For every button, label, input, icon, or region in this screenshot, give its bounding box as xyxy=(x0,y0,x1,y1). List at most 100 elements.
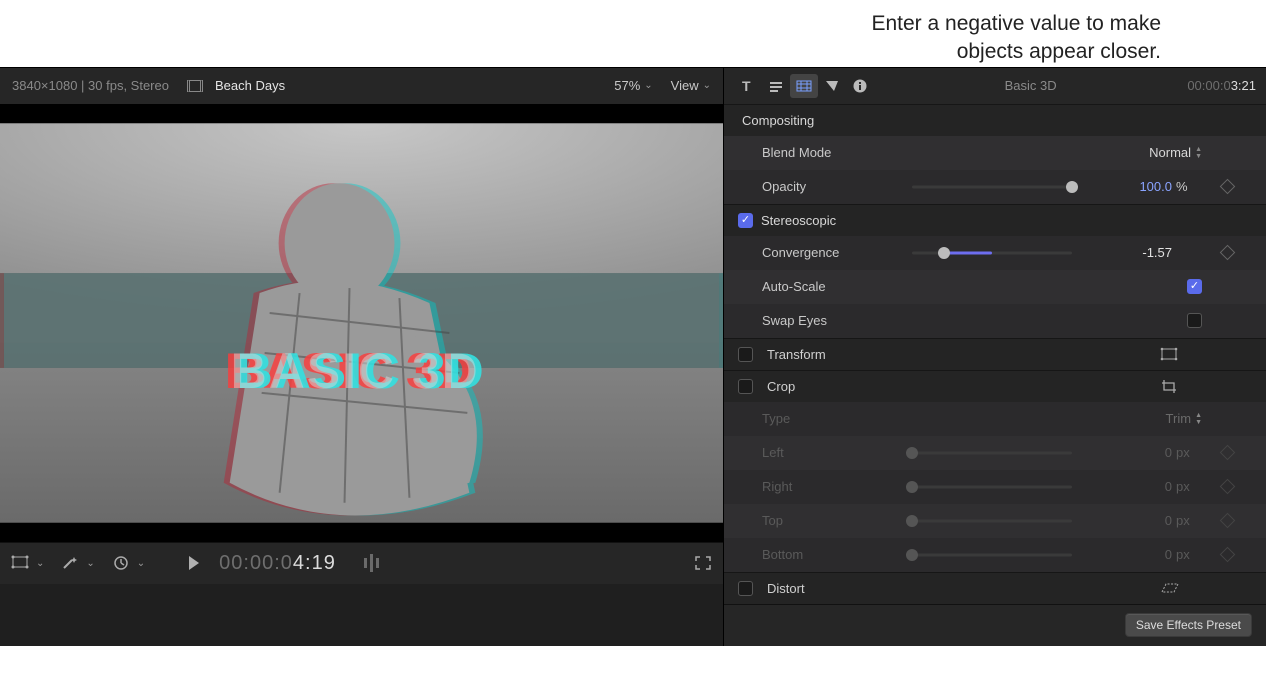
crop-left-slider[interactable] xyxy=(912,446,1072,460)
help-callout: Enter a negative value to make objects a… xyxy=(0,0,1266,67)
row-opacity: Opacity 100.0 % xyxy=(724,170,1266,204)
unit: px xyxy=(1172,513,1202,528)
crop-right-value[interactable]: 0 xyxy=(1108,479,1172,494)
section-crop[interactable]: Crop xyxy=(724,370,1266,402)
dropdown-value: Trim xyxy=(1166,411,1192,426)
inspector-title: Basic 3D xyxy=(874,78,1187,93)
viewer-canvas[interactable]: BASIC 3D BASIC 3D BASIC 3D xyxy=(0,104,723,542)
transform-checkbox[interactable] xyxy=(738,347,753,362)
zoom-menu[interactable]: 57% ⌄ xyxy=(614,78,652,93)
viewer-header: 3840×1080 | 30 fps, Stereo Beach Days 57… xyxy=(0,68,723,104)
crop-checkbox[interactable] xyxy=(738,379,753,394)
section-distort[interactable]: Distort xyxy=(724,572,1266,604)
retime-tool-icon[interactable] xyxy=(111,554,133,572)
param-label: Right xyxy=(762,479,912,494)
inspector-pane: T Basic 3D 00:00:03:21 Compositing xyxy=(724,68,1266,646)
row-blend-mode: Blend Mode Normal ▲▼ xyxy=(724,136,1266,170)
save-effects-preset-button[interactable]: Save Effects Preset xyxy=(1125,613,1252,637)
clip-duration: 00:00:03:21 xyxy=(1187,78,1256,93)
param-label: Bottom xyxy=(762,547,912,562)
section-stereoscopic[interactable]: Stereoscopic xyxy=(724,204,1266,236)
distort-checkbox[interactable] xyxy=(738,581,753,596)
param-label: Convergence xyxy=(762,245,912,260)
param-label: Type xyxy=(762,411,912,426)
keyframe-button[interactable] xyxy=(1202,515,1252,526)
crop-bottom-slider[interactable] xyxy=(912,548,1072,562)
row-auto-scale: Auto-Scale xyxy=(724,270,1266,304)
callout-line1: Enter a negative value to make xyxy=(871,12,1161,35)
distort-onscreen-icon[interactable] xyxy=(1144,581,1194,595)
keyframe-button[interactable] xyxy=(1202,447,1252,458)
svg-text:BASIC 3D: BASIC 3D xyxy=(231,343,480,399)
param-label: Opacity xyxy=(762,179,912,194)
crop-top-value[interactable]: 0 xyxy=(1108,513,1172,528)
opacity-slider[interactable] xyxy=(912,180,1072,194)
keyframe-button[interactable] xyxy=(1202,549,1252,560)
play-button[interactable] xyxy=(189,556,199,570)
convergence-slider[interactable] xyxy=(912,246,1072,260)
fullscreen-icon[interactable] xyxy=(693,554,713,572)
view-menu[interactable]: View ⌄ xyxy=(671,78,711,93)
filmstrip-icon xyxy=(187,80,203,92)
stepper-arrows-icon: ▲▼ xyxy=(1195,412,1202,426)
enhance-tool-icon[interactable] xyxy=(60,554,82,572)
tab-video[interactable] xyxy=(790,74,818,98)
section-label: Stereoscopic xyxy=(761,213,836,228)
keyframe-button[interactable] xyxy=(1202,481,1252,492)
tab-text[interactable]: T xyxy=(734,74,762,98)
row-crop-bottom: Bottom 0 px xyxy=(724,538,1266,572)
param-label: Top xyxy=(762,513,912,528)
preview-image: BASIC 3D BASIC 3D BASIC 3D xyxy=(0,123,723,523)
timecode-bright: 4:19 xyxy=(293,552,336,575)
viewer-format-info: 3840×1080 | 30 fps, Stereo xyxy=(12,78,169,93)
crop-top-slider[interactable] xyxy=(912,514,1072,528)
tab-color[interactable] xyxy=(818,74,846,98)
crop-onscreen-icon[interactable] xyxy=(1144,379,1194,393)
param-label: Left xyxy=(762,445,912,460)
dropdown-value: Normal xyxy=(1149,145,1191,160)
row-crop-top: Top 0 px xyxy=(724,504,1266,538)
crop-right-slider[interactable] xyxy=(912,480,1072,494)
unit: px xyxy=(1172,547,1202,562)
section-compositing[interactable]: Compositing xyxy=(724,104,1266,136)
viewer-pane: 3840×1080 | 30 fps, Stereo Beach Days 57… xyxy=(0,68,724,646)
swap-eyes-checkbox[interactable] xyxy=(1187,313,1202,328)
section-label: Crop xyxy=(767,379,1136,394)
keyframe-button[interactable] xyxy=(1202,247,1252,258)
inspector-header: T Basic 3D 00:00:03:21 xyxy=(724,68,1266,104)
crop-type-dropdown[interactable]: Trim ▲▼ xyxy=(1108,411,1202,426)
stepper-arrows-icon: ▲▼ xyxy=(1195,146,1202,160)
zoom-value: 57% xyxy=(614,78,640,93)
section-transform[interactable]: Transform xyxy=(724,338,1266,370)
crop-left-value[interactable]: 0 xyxy=(1108,445,1172,460)
stereoscopic-checkbox[interactable] xyxy=(738,213,753,228)
convergence-value[interactable]: -1.57 xyxy=(1108,245,1172,260)
app-window: 3840×1080 | 30 fps, Stereo Beach Days 57… xyxy=(0,67,1266,646)
callout-line2: objects appear closer. xyxy=(957,40,1161,63)
row-crop-right: Right 0 px xyxy=(724,470,1266,504)
keyframe-button[interactable] xyxy=(1202,181,1252,192)
chevron-down-icon[interactable]: ⌄ xyxy=(137,558,145,569)
opacity-value[interactable]: 100.0 xyxy=(1108,179,1172,194)
auto-scale-checkbox[interactable] xyxy=(1187,279,1202,294)
unit: px xyxy=(1172,479,1202,494)
viewer-footer: ⌄ ⌄ ⌄ 00:00:04:19 xyxy=(0,542,723,584)
crop-bottom-value[interactable]: 0 xyxy=(1108,547,1172,562)
chevron-down-icon[interactable]: ⌄ xyxy=(86,558,94,569)
clip-title: Beach Days xyxy=(215,78,285,93)
row-crop-type: Type Trim ▲▼ xyxy=(724,402,1266,436)
chevron-down-icon[interactable]: ⌄ xyxy=(36,558,44,569)
tab-info[interactable] xyxy=(846,74,874,98)
blend-mode-dropdown[interactable]: Normal ▲▼ xyxy=(1108,145,1202,160)
section-label: Distort xyxy=(767,581,1136,596)
chevron-down-icon: ⌄ xyxy=(644,80,652,91)
row-crop-left: Left 0 px xyxy=(724,436,1266,470)
playhead-timecode[interactable]: 00:00:04:19 xyxy=(219,552,336,575)
row-swap-eyes: Swap Eyes xyxy=(724,304,1266,338)
transform-onscreen-icon[interactable] xyxy=(1144,347,1194,361)
transform-tool-icon[interactable] xyxy=(10,554,32,572)
inspector-footer: Save Effects Preset xyxy=(724,604,1266,646)
svg-text:T: T xyxy=(742,78,751,94)
unit: px xyxy=(1172,445,1202,460)
tab-generator[interactable] xyxy=(762,74,790,98)
